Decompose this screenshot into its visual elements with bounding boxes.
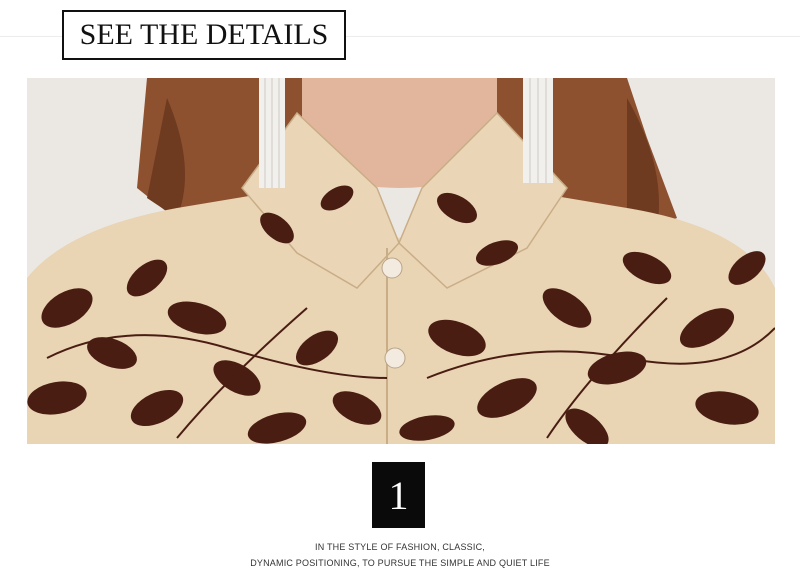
- photo-illustration: [27, 78, 775, 444]
- section-title: SEE THE DETAILS: [79, 18, 329, 51]
- caption-line-2: DYNAMIC POSITIONING, TO PURSUE THE SIMPL…: [250, 558, 550, 568]
- section-title-box: SEE THE DETAILS: [62, 10, 346, 60]
- step-number: 1: [388, 472, 409, 518]
- step-number-badge: 1: [372, 462, 425, 528]
- caption-line-1: IN THE STYLE OF FASHION, CLASSIC,: [315, 542, 485, 552]
- fabric-detail-photo: [27, 78, 775, 444]
